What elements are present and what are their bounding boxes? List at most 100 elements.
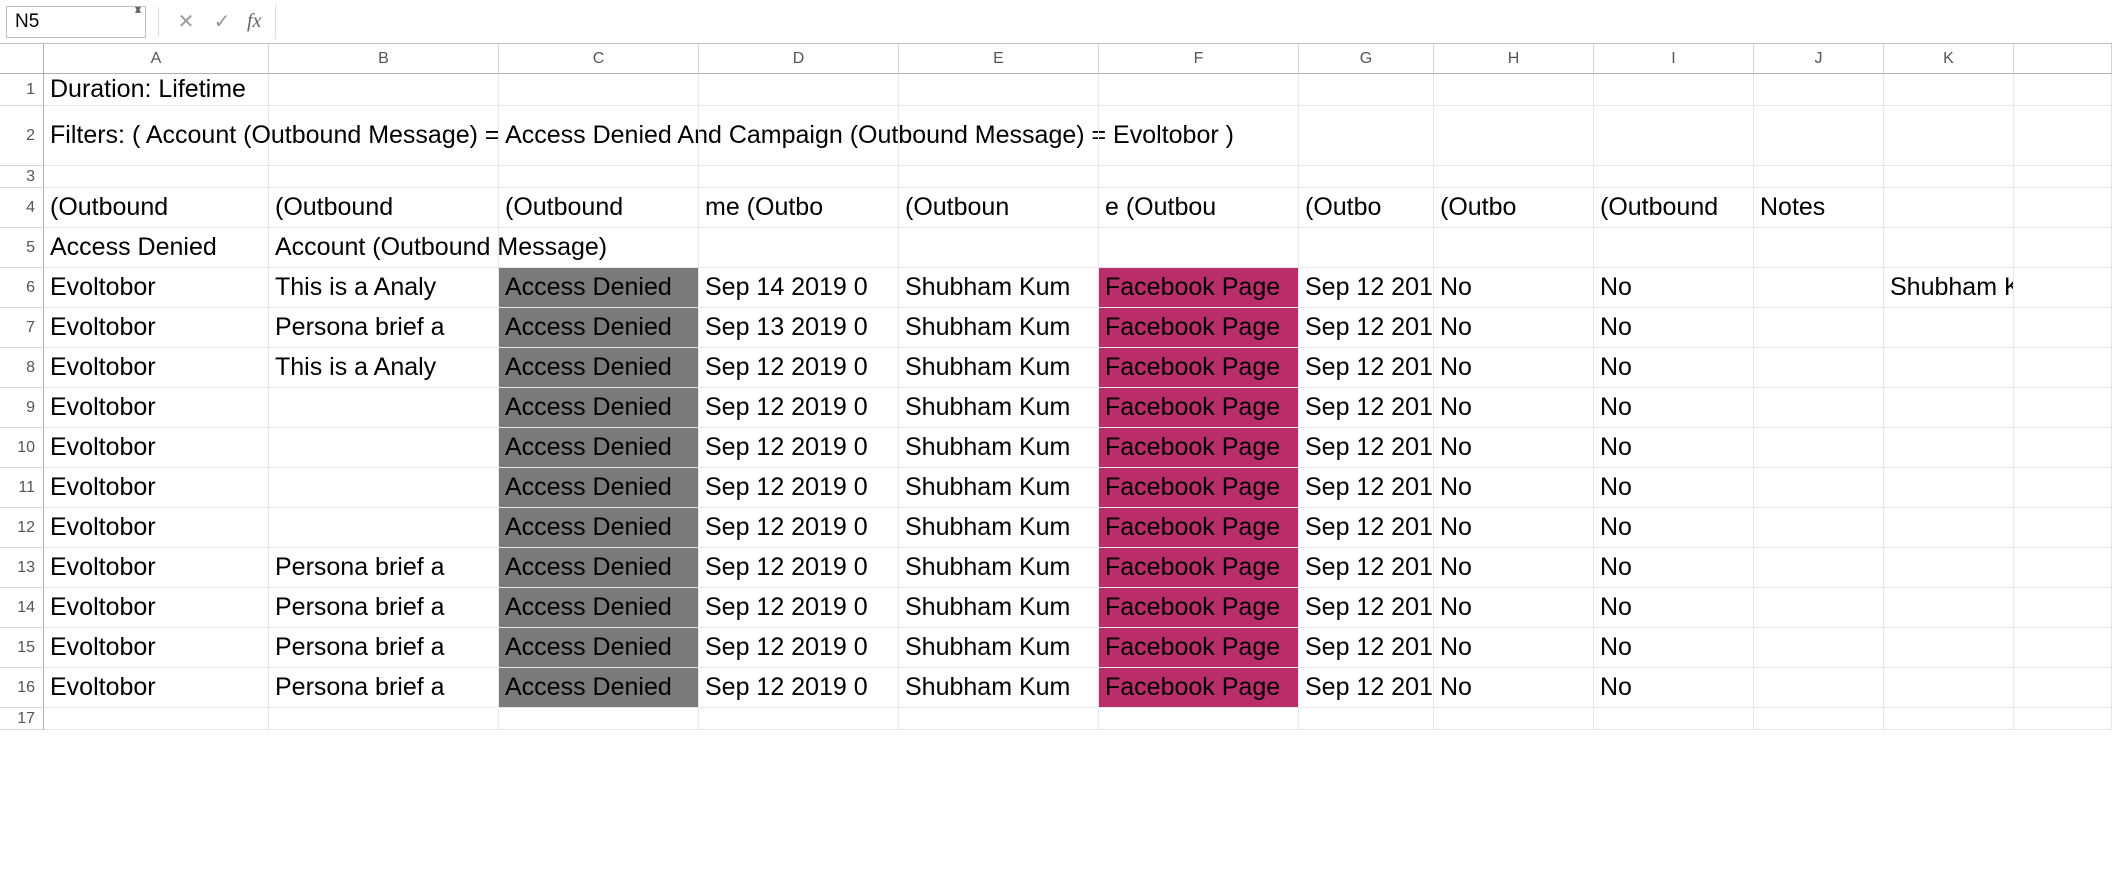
cell-extra-11[interactable] (2014, 468, 2112, 508)
cell-D10[interactable]: Sep 12 2019 0 (699, 428, 899, 468)
cell-E3[interactable] (899, 166, 1099, 188)
select-all-corner[interactable] (0, 44, 44, 74)
cell-E12[interactable]: Shubham Kum (899, 508, 1099, 548)
cell-H4[interactable]: (Outbo (1434, 188, 1594, 228)
cell-I11[interactable]: No (1594, 468, 1754, 508)
cell-E13[interactable]: Shubham Kum (899, 548, 1099, 588)
row-header-14[interactable]: 14 (0, 588, 44, 628)
cell-I17[interactable] (1594, 708, 1754, 730)
row-header-4[interactable]: 4 (0, 188, 44, 228)
cell-G2[interactable] (1299, 106, 1434, 166)
cell-F13[interactable]: Facebook Page (1099, 548, 1299, 588)
cell-B2[interactable] (269, 106, 499, 166)
spreadsheet-grid[interactable]: ABCDEFGHIJK1Duration: Lifetime2Filters: … (0, 44, 2112, 730)
cell-B5[interactable]: Account (Outbound Message) (269, 228, 499, 268)
cell-F3[interactable] (1099, 166, 1299, 188)
cell-A14[interactable]: Evoltobor (44, 588, 269, 628)
cell-D3[interactable] (699, 166, 899, 188)
cell-G9[interactable]: Sep 12 201 (1299, 388, 1434, 428)
cell-extra-16[interactable] (2014, 668, 2112, 708)
cell-C11[interactable]: Access Denied (499, 468, 699, 508)
row-header-7[interactable]: 7 (0, 308, 44, 348)
cell-extra-14[interactable] (2014, 588, 2112, 628)
cell-E6[interactable]: Shubham Kum (899, 268, 1099, 308)
cell-J13[interactable] (1754, 548, 1884, 588)
cell-B12[interactable] (269, 508, 499, 548)
cell-B16[interactable]: Persona brief a (269, 668, 499, 708)
col-header-A[interactable]: A (44, 44, 269, 74)
cell-K14[interactable] (1884, 588, 2014, 628)
cell-K4[interactable] (1884, 188, 2014, 228)
cell-A3[interactable] (44, 166, 269, 188)
cell-D15[interactable]: Sep 12 2019 0 (699, 628, 899, 668)
cell-extra-1[interactable] (2014, 74, 2112, 106)
cell-D8[interactable]: Sep 12 2019 0 (699, 348, 899, 388)
cell-F2[interactable] (1099, 106, 1299, 166)
cell-G8[interactable]: Sep 12 201 (1299, 348, 1434, 388)
cell-B14[interactable]: Persona brief a (269, 588, 499, 628)
cell-H6[interactable]: No (1434, 268, 1594, 308)
cell-E16[interactable]: Shubham Kum (899, 668, 1099, 708)
cell-G3[interactable] (1299, 166, 1434, 188)
cell-K7[interactable] (1884, 308, 2014, 348)
cell-A5[interactable]: Access Denied (44, 228, 269, 268)
cell-E10[interactable]: Shubham Kum (899, 428, 1099, 468)
row-header-11[interactable]: 11 (0, 468, 44, 508)
cell-B15[interactable]: Persona brief a (269, 628, 499, 668)
row-header-3[interactable]: 3 (0, 166, 44, 188)
cell-K10[interactable] (1884, 428, 2014, 468)
cell-F7[interactable]: Facebook Page (1099, 308, 1299, 348)
cell-C7[interactable]: Access Denied (499, 308, 699, 348)
cell-E5[interactable] (899, 228, 1099, 268)
cell-G1[interactable] (1299, 74, 1434, 106)
row-header-12[interactable]: 12 (0, 508, 44, 548)
cell-B4[interactable]: (Outbound (269, 188, 499, 228)
cell-H2[interactable] (1434, 106, 1594, 166)
cell-B17[interactable] (269, 708, 499, 730)
row-header-9[interactable]: 9 (0, 388, 44, 428)
cell-extra-7[interactable] (2014, 308, 2112, 348)
col-header-I[interactable]: I (1594, 44, 1754, 74)
cell-C17[interactable] (499, 708, 699, 730)
name-box[interactable]: N5 ▴ ▾ (6, 6, 146, 38)
cell-H3[interactable] (1434, 166, 1594, 188)
cell-C15[interactable]: Access Denied (499, 628, 699, 668)
cell-F15[interactable]: Facebook Page (1099, 628, 1299, 668)
cell-H9[interactable]: No (1434, 388, 1594, 428)
cell-K15[interactable] (1884, 628, 2014, 668)
cell-K12[interactable] (1884, 508, 2014, 548)
cell-E1[interactable] (899, 74, 1099, 106)
cell-K16[interactable] (1884, 668, 2014, 708)
cell-F12[interactable]: Facebook Page (1099, 508, 1299, 548)
cell-J8[interactable] (1754, 348, 1884, 388)
cell-extra-17[interactable] (2014, 708, 2112, 730)
cell-extra-8[interactable] (2014, 348, 2112, 388)
cell-E7[interactable]: Shubham Kum (899, 308, 1099, 348)
cell-I16[interactable]: No (1594, 668, 1754, 708)
cell-I1[interactable] (1594, 74, 1754, 106)
cell-J5[interactable] (1754, 228, 1884, 268)
col-header-extra[interactable] (2014, 44, 2112, 74)
cell-H15[interactable]: No (1434, 628, 1594, 668)
cell-A6[interactable]: Evoltobor (44, 268, 269, 308)
cell-B6[interactable]: This is a Analy (269, 268, 499, 308)
cell-K11[interactable] (1884, 468, 2014, 508)
row-header-13[interactable]: 13 (0, 548, 44, 588)
cell-H14[interactable]: No (1434, 588, 1594, 628)
cell-I6[interactable]: No (1594, 268, 1754, 308)
cell-F4[interactable]: e (Outbou (1099, 188, 1299, 228)
cell-D16[interactable]: Sep 12 2019 0 (699, 668, 899, 708)
cell-A7[interactable]: Evoltobor (44, 308, 269, 348)
cell-C2[interactable] (499, 106, 699, 166)
cell-A10[interactable]: Evoltobor (44, 428, 269, 468)
cell-G12[interactable]: Sep 12 201 (1299, 508, 1434, 548)
cell-H1[interactable] (1434, 74, 1594, 106)
cell-I4[interactable]: (Outbound (1594, 188, 1754, 228)
cell-C8[interactable]: Access Denied (499, 348, 699, 388)
row-header-2[interactable]: 2 (0, 106, 44, 166)
accept-icon[interactable]: ✓ (207, 7, 237, 37)
cell-G11[interactable]: Sep 12 201 (1299, 468, 1434, 508)
cell-J4[interactable]: Notes (1754, 188, 1884, 228)
cell-C12[interactable]: Access Denied (499, 508, 699, 548)
cell-D14[interactable]: Sep 12 2019 0 (699, 588, 899, 628)
